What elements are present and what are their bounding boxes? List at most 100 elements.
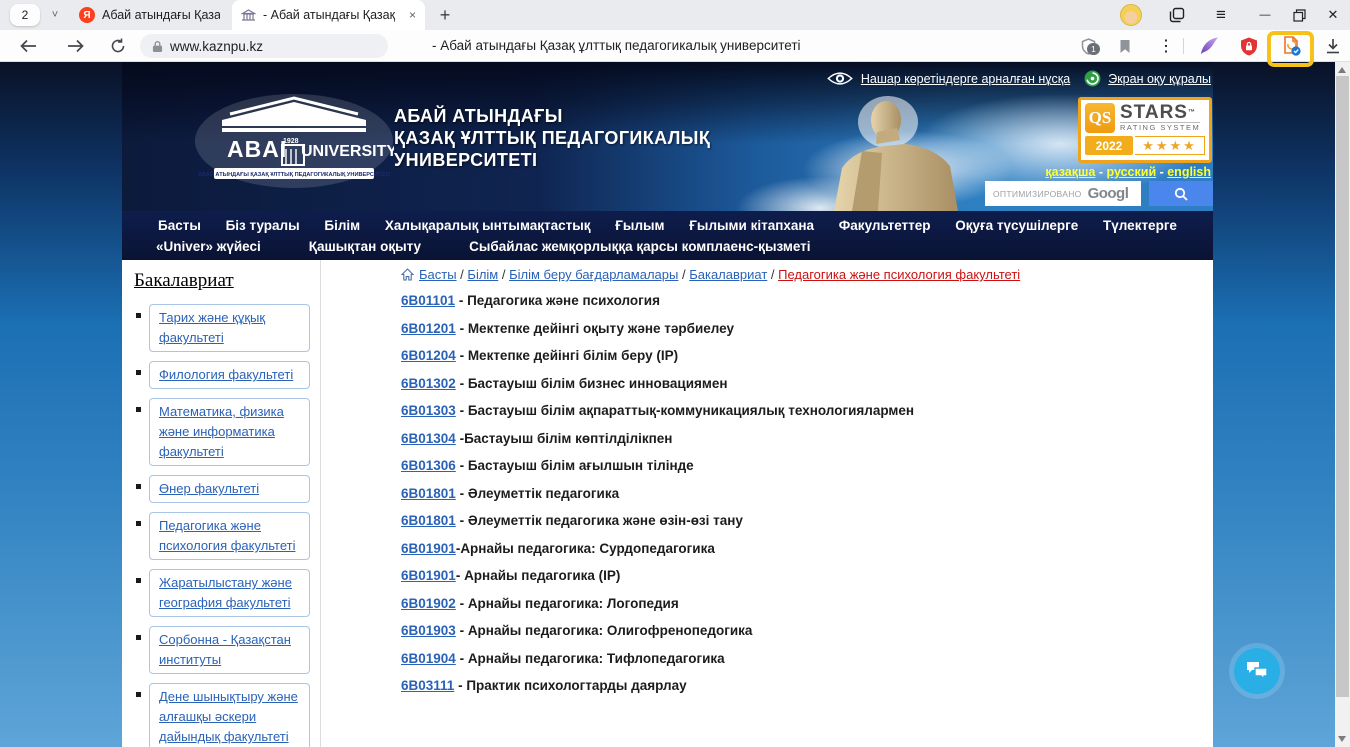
breadcrumb-link[interactable]: Бакалавриат (689, 267, 767, 282)
qs-stars-badge[interactable]: QS STARS™ RATING SYSTEM 2022 ★★★★ (1078, 97, 1212, 163)
program-code-link[interactable]: 6B01801 (401, 486, 456, 501)
nav-item[interactable]: Білім (324, 218, 360, 233)
forward-button[interactable] (61, 34, 89, 58)
program-title: Бастауыш білім ақпараттық-коммуникациялы… (468, 403, 914, 418)
program-separator: - (456, 486, 468, 501)
nav-item[interactable]: «Univer» жүйесі (156, 239, 261, 254)
language-link[interactable]: русский - (1106, 165, 1167, 179)
faculty-link-box[interactable]: Сорбонна - Қазақстан институты (149, 626, 310, 674)
program-code-link[interactable]: 6B01306 (401, 458, 456, 473)
tab-count-button[interactable]: 2 (10, 4, 40, 26)
downloads-icon[interactable] (1318, 33, 1348, 59)
program-code-link[interactable]: 6B01801 (401, 513, 456, 528)
nav-item[interactable]: Оқуға түсушілерге (955, 218, 1078, 233)
scroll-down-arrow[interactable] (1338, 736, 1346, 742)
qs-stars-word: STARS™ (1120, 104, 1200, 121)
address-bar[interactable]: www.kaznpu.kz (140, 34, 388, 58)
nav-item[interactable]: Сыбайлас жемқорлыққа қарсы комплаенс-қыз… (469, 239, 810, 254)
tab-active[interactable]: - Абай атындағы Қазақ × (232, 0, 425, 30)
reload-button[interactable] (104, 34, 132, 58)
visually-impaired-link[interactable]: Нашар көретіндерге арналған нұсқа (826, 71, 1070, 86)
breadcrumb-link[interactable]: Басты (419, 267, 457, 282)
faculty-link-box[interactable]: Жаратылыстану және география факультеті (149, 569, 310, 617)
profile-avatar[interactable] (1120, 4, 1142, 26)
program-row: 6B01902 - Арнайы педагогика: Логопедия (401, 596, 1213, 613)
protect-shield-icon[interactable]: 1 (1073, 33, 1103, 59)
nav-item[interactable]: Қашықтан оқыту (309, 239, 421, 254)
program-code-link[interactable]: 6B01204 (401, 348, 456, 363)
nav-item[interactable]: Халықаралық ынтымақтастық (385, 218, 591, 233)
program-row: 6B01101 - Педагогика және психология (401, 293, 1213, 310)
university-logo[interactable]: ABAI UNIVERSITY 1928 АБАЙ АТЫНДАҒЫ ҚАЗАҚ… (194, 93, 394, 189)
window-close-button[interactable]: ✕ (1316, 0, 1350, 30)
lock-icon (152, 40, 163, 53)
chat-widget-button[interactable] (1234, 648, 1280, 694)
program-title: Педагогика және психология (467, 293, 660, 308)
faculty-link-box[interactable]: Математика, физика және информатика факу… (149, 398, 310, 466)
program-code-link[interactable]: 6B03111 (401, 678, 454, 693)
abai-statue-image (822, 96, 1012, 211)
sidebar-faculty-item: Өнер факультеті (132, 475, 310, 503)
breadcrumb-current: Педагогика және психология факультеті (778, 267, 1020, 282)
program-row: 6B01801 - Әлеуметтік педагогика (401, 486, 1213, 503)
program-code-link[interactable]: 6B01302 (401, 376, 456, 391)
nav-item[interactable]: Басты (158, 218, 201, 233)
protect-badge: 1 (1087, 43, 1100, 55)
search-icon (1174, 187, 1188, 201)
faculty-link-box[interactable]: Дене шынықтыру және алғашқы әскери дайын… (149, 683, 310, 747)
sidebar-faculty-item: Педагогика және психология факультеті (132, 512, 310, 560)
faculty-link-box[interactable]: Тарих және құқық факультеті (149, 304, 310, 352)
site-search-input[interactable]: ОПТИМИЗИРОВАНО Googl (985, 181, 1141, 206)
language-link[interactable]: english - (1167, 165, 1211, 179)
language-link[interactable]: қазақша - (1045, 165, 1106, 179)
nav-item[interactable]: Түлектерге (1103, 218, 1177, 233)
tab-title: Абай атындағы Қазақ ұлт (102, 8, 220, 22)
program-separator: - (456, 623, 468, 638)
nav-item[interactable]: Біз туралы (226, 218, 300, 233)
bookmark-flag-icon[interactable] (1110, 33, 1140, 59)
new-tab-button[interactable]: + (433, 2, 457, 28)
nav-item[interactable]: Факультеттер (839, 218, 931, 233)
program-title: Мектепке дейінгі оқыту және тәрбиелеу (468, 321, 734, 336)
back-button[interactable] (14, 34, 42, 58)
nav-item[interactable]: Ғылыми кітапхана (689, 218, 814, 233)
faculty-link-box[interactable]: Өнер факультеті (149, 475, 310, 503)
faculty-link-box[interactable]: Педагогика және психология факультеті (149, 512, 310, 560)
bullet-icon (136, 635, 141, 640)
nav-item[interactable]: Ғылым (615, 218, 664, 233)
tab-groups-icon[interactable] (1160, 0, 1194, 30)
program-code-link[interactable]: 6B01901 (401, 541, 456, 556)
window-restore-button[interactable] (1282, 0, 1316, 30)
program-code-link[interactable]: 6B01901 (401, 568, 456, 583)
browser-menu-icon[interactable]: ≡ (1204, 0, 1238, 30)
scroll-up-arrow[interactable] (1338, 67, 1346, 73)
program-code-link[interactable]: 6B01304 (401, 431, 456, 446)
screen-reader-link[interactable]: Экран оқу құралы (1084, 70, 1211, 87)
more-tools-icon[interactable]: ⋮ (1151, 33, 1181, 59)
program-code-link[interactable]: 6B01903 (401, 623, 456, 638)
tab-close-icon[interactable]: × (409, 8, 416, 22)
program-code-link[interactable]: 6B01902 (401, 596, 456, 611)
faculty-link-box[interactable]: Филология факультеті (149, 361, 310, 389)
vertical-scrollbar[interactable] (1335, 62, 1350, 747)
feather-extension-icon[interactable] (1194, 33, 1224, 59)
adblock-shield-icon[interactable] (1234, 33, 1264, 59)
scrollbar-thumb[interactable] (1336, 76, 1349, 697)
home-icon[interactable] (401, 268, 414, 281)
program-code-link[interactable]: 6B01201 (401, 321, 456, 336)
program-row: 6B01801 - Әлеуметтік педагогика және өзі… (401, 513, 1213, 530)
program-code-link[interactable]: 6B01101 (401, 293, 455, 308)
program-code-link[interactable]: 6B01904 (401, 651, 456, 666)
search-button[interactable] (1149, 181, 1213, 206)
tab-inactive[interactable]: Я Абай атындағы Қазақ ұлт (70, 0, 232, 30)
tab-list-chevron-icon[interactable]: ˅ (44, 4, 66, 26)
program-row: 6B01901- Арнайы педагогика (IP) (401, 568, 1213, 585)
breadcrumb-link[interactable]: Білім беру бағдарламалары (509, 267, 678, 282)
screen-reader-icon (1084, 70, 1101, 87)
window-minimize-button[interactable]: — (1248, 0, 1282, 30)
site-header: ABAI UNIVERSITY 1928 АБАЙ АТЫНДАҒЫ ҚАЗАҚ… (122, 62, 1213, 211)
program-code-link[interactable]: 6B01303 (401, 403, 456, 418)
university-name: АБАЙ АТЫНДАҒЫ ҚАЗАҚ ҰЛТТЫҚ ПЕДАГОГИКАЛЫҚ… (394, 105, 710, 171)
breadcrumb-link[interactable]: Білім (467, 267, 498, 282)
search-watermark: ОПТИМИЗИРОВАНО (993, 189, 1082, 199)
